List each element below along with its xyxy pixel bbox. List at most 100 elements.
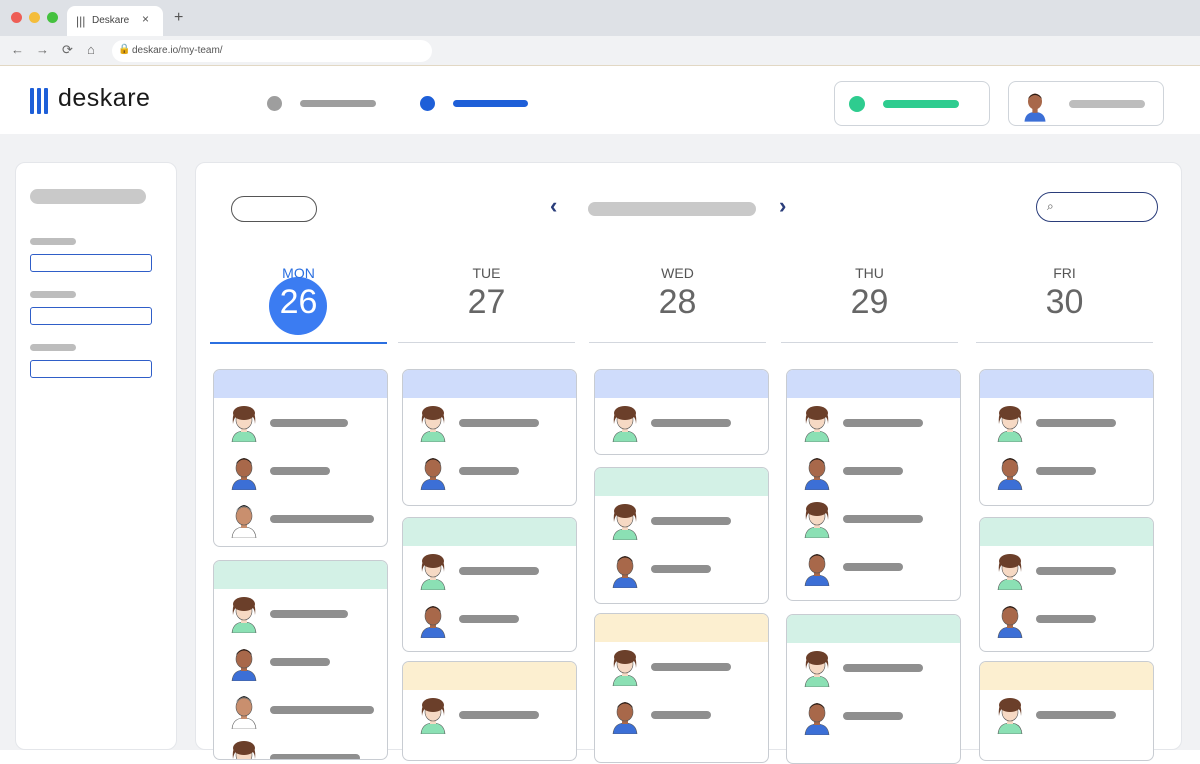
shift-card[interactable]	[979, 661, 1154, 761]
shift-card[interactable]	[402, 517, 577, 652]
member-name	[270, 754, 360, 759]
team-member-row[interactable]	[595, 404, 768, 444]
filter-field-3[interactable]	[30, 360, 152, 378]
team-member-row[interactable]	[595, 550, 768, 590]
team-member-row[interactable]	[403, 696, 576, 736]
lock-icon: 🔒	[118, 44, 131, 55]
shift-card[interactable]	[402, 369, 577, 506]
shift-card[interactable]	[213, 560, 388, 760]
search-input[interactable]: ⌕	[1036, 192, 1158, 222]
member-name	[459, 711, 539, 719]
filter-field-1[interactable]	[30, 254, 152, 272]
member-name	[843, 419, 923, 427]
close-window-icon[interactable]	[11, 12, 22, 23]
team-member-row[interactable]	[403, 404, 576, 444]
team-member-row[interactable]	[214, 500, 387, 540]
forward-icon[interactable]: →	[36, 42, 49, 57]
next-week-icon[interactable]: ›	[779, 193, 786, 219]
shift-card[interactable]	[786, 369, 961, 601]
member-name	[843, 563, 903, 571]
team-member-row[interactable]	[214, 643, 387, 683]
tab-close-icon[interactable]: ×	[142, 12, 149, 26]
day-underline	[976, 342, 1153, 343]
team-member-row[interactable]	[980, 696, 1153, 736]
nav-item-1[interactable]	[300, 100, 376, 107]
team-member-row[interactable]	[403, 552, 576, 592]
team-member-row[interactable]	[980, 552, 1153, 592]
shift-card-header	[787, 615, 960, 643]
prev-week-icon[interactable]: ‹	[550, 193, 557, 219]
team-member-row[interactable]	[787, 452, 960, 492]
team-member-row[interactable]	[980, 452, 1153, 492]
home-icon[interactable]: ⌂	[87, 42, 95, 57]
member-name	[270, 658, 330, 666]
day-header-wed[interactable]: WED 28	[589, 259, 766, 343]
tab-favicon-icon: |||	[76, 14, 86, 28]
shift-card-header	[595, 614, 768, 642]
day-underline	[398, 342, 575, 343]
team-member-row[interactable]	[980, 404, 1153, 444]
shift-card[interactable]	[402, 661, 577, 761]
day-header-thu[interactable]: THU 29	[781, 259, 958, 343]
user-menu-button[interactable]	[1008, 81, 1164, 126]
shift-card-header	[595, 370, 768, 398]
reload-icon[interactable]: ⟳	[62, 42, 73, 58]
browser-tab[interactable]: ||| Deskare ×	[67, 6, 163, 36]
shift-card-header	[980, 370, 1153, 398]
team-member-row[interactable]	[980, 600, 1153, 640]
sidebar-title	[30, 189, 146, 204]
team-member-row[interactable]	[787, 500, 960, 540]
day-underline	[781, 342, 958, 343]
shift-card[interactable]	[213, 369, 388, 547]
maximize-window-icon[interactable]	[47, 12, 58, 23]
shift-card[interactable]	[979, 517, 1154, 652]
day-name: MON	[282, 265, 315, 281]
shift-card-header	[214, 561, 387, 589]
tab-bar: ||| Deskare × +	[0, 0, 1200, 36]
team-member-row[interactable]	[403, 600, 576, 640]
shift-card-header	[403, 370, 576, 398]
day-header-fri[interactable]: FRI 30	[976, 259, 1153, 343]
team-member-row[interactable]	[595, 648, 768, 688]
shift-card-header	[980, 518, 1153, 546]
team-member-row[interactable]	[787, 649, 960, 689]
shift-card[interactable]	[594, 369, 769, 455]
team-member-row[interactable]	[403, 452, 576, 492]
filter-label-1	[30, 238, 76, 245]
address-bar[interactable]: 🔒 deskare.io/my-team/	[112, 40, 432, 62]
member-name	[651, 565, 711, 573]
team-member-row[interactable]	[214, 595, 387, 635]
team-member-row[interactable]	[787, 404, 960, 444]
day-number: 29	[850, 283, 889, 321]
shift-card[interactable]	[594, 613, 769, 763]
day-underline	[210, 342, 387, 344]
nav-item-2[interactable]	[453, 100, 528, 107]
shift-card[interactable]	[786, 614, 961, 764]
member-name	[459, 615, 519, 623]
team-member-row[interactable]	[214, 404, 387, 444]
team-member-row[interactable]	[595, 502, 768, 542]
shift-card-header	[403, 662, 576, 690]
new-tab-icon[interactable]: +	[174, 9, 183, 27]
nav-item-1-icon[interactable]	[267, 96, 282, 111]
status-button[interactable]	[834, 81, 990, 126]
team-member-row[interactable]	[214, 452, 387, 492]
shift-card-header	[980, 662, 1153, 690]
team-member-row[interactable]	[787, 697, 960, 737]
team-member-row[interactable]	[214, 691, 387, 731]
team-member-row[interactable]	[787, 548, 960, 588]
today-button[interactable]	[231, 196, 317, 222]
team-member-row[interactable]	[595, 696, 768, 736]
day-name: TUE	[472, 265, 501, 281]
day-underline	[589, 342, 766, 343]
back-icon[interactable]: ←	[11, 42, 24, 57]
shift-card[interactable]	[979, 369, 1154, 506]
minimize-window-icon[interactable]	[29, 12, 40, 23]
filter-field-2[interactable]	[30, 307, 152, 325]
day-header-tue[interactable]: TUE 27	[398, 259, 575, 343]
member-name	[1036, 567, 1116, 575]
shift-card[interactable]	[594, 467, 769, 604]
day-name: WED	[661, 265, 694, 281]
day-header-mon[interactable]: MON 26	[210, 259, 387, 344]
nav-item-2-icon[interactable]	[420, 96, 435, 111]
